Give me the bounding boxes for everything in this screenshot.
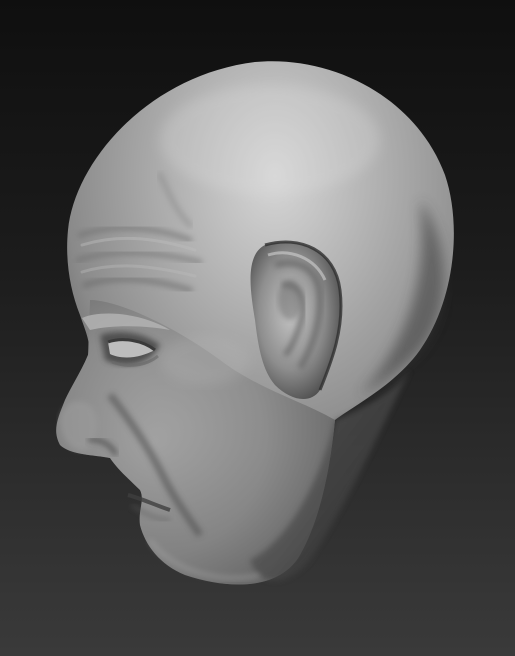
head-sculpt-render — [56, 61, 454, 585]
crown-highlight — [160, 85, 380, 195]
render-viewport — [0, 0, 515, 656]
cheekbone-highlight — [160, 335, 250, 385]
